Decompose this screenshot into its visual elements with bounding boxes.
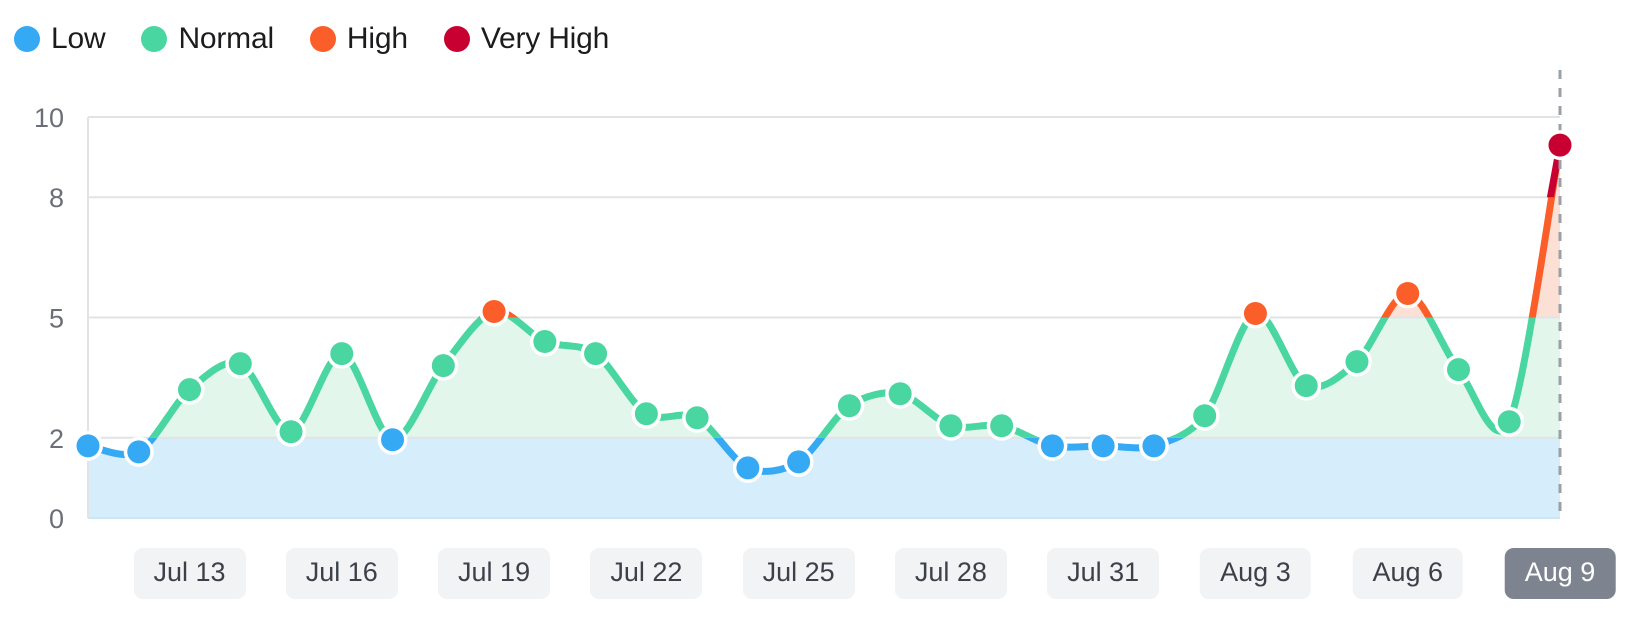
- data-point[interactable]: [482, 299, 506, 323]
- data-point[interactable]: [1497, 410, 1521, 434]
- data-point[interactable]: [1396, 281, 1420, 305]
- data-point[interactable]: [1294, 374, 1318, 398]
- data-point[interactable]: [279, 420, 303, 444]
- x-axis-pill-jul-13[interactable]: Jul 13: [133, 548, 246, 599]
- data-point[interactable]: [1548, 133, 1572, 157]
- data-point[interactable]: [1040, 434, 1064, 458]
- circle-icon: [14, 26, 40, 52]
- x-axis-pill-aug-3[interactable]: Aug 3: [1200, 548, 1311, 599]
- data-point[interactable]: [178, 378, 202, 402]
- data-point[interactable]: [584, 342, 608, 366]
- data-point[interactable]: [76, 434, 100, 458]
- y-axis-tick-label: 2: [49, 424, 64, 454]
- data-point[interactable]: [1142, 434, 1166, 458]
- x-axis-pill-aug-6[interactable]: Aug 6: [1352, 548, 1463, 599]
- y-axis-tick-label: 5: [49, 304, 64, 334]
- legend-item-very-high[interactable]: Very High: [443, 22, 610, 55]
- x-axis-pill-jul-28[interactable]: Jul 28: [894, 548, 1007, 599]
- data-point[interactable]: [939, 414, 963, 438]
- x-axis-label-row: Jul 13 Jul 16 Jul 19 Jul 22 Jul 25 Jul 28 Jul …: [0, 548, 1644, 599]
- data-point[interactable]: [685, 406, 709, 430]
- data-point[interactable]: [1243, 301, 1267, 325]
- x-axis-pill-aug-9[interactable]: Aug 9: [1504, 548, 1616, 599]
- circle-icon: [309, 26, 336, 52]
- data-point[interactable]: [837, 394, 861, 418]
- data-point[interactable]: [431, 354, 455, 378]
- circle-icon: [141, 26, 168, 52]
- data-point[interactable]: [1345, 350, 1369, 374]
- data-point[interactable]: [1446, 358, 1470, 382]
- y-axis-tick-label: 10: [34, 103, 64, 133]
- chart-legend: Low Normal High Very High: [14, 18, 645, 60]
- data-point[interactable]: [127, 440, 151, 464]
- x-axis-pill-jul-22[interactable]: Jul 22: [590, 548, 703, 599]
- circle-icon: [443, 26, 470, 52]
- data-point[interactable]: [736, 456, 760, 480]
- legend-item-high[interactable]: High: [309, 22, 408, 55]
- data-point[interactable]: [381, 428, 405, 452]
- area-fill-group: [88, 145, 1560, 518]
- data-point[interactable]: [1193, 404, 1217, 428]
- x-axis-pill-jul-19[interactable]: Jul 19: [438, 548, 551, 599]
- y-axis-tick-label: 0: [49, 504, 64, 534]
- x-axis-pill-jul-31[interactable]: Jul 31: [1047, 548, 1160, 599]
- x-axis-pill-jul-25[interactable]: Jul 25: [742, 548, 855, 599]
- legend-item-label: High: [346, 22, 408, 55]
- data-point[interactable]: [990, 414, 1014, 438]
- area-fill-low: [88, 437, 1560, 518]
- data-point[interactable]: [787, 450, 811, 474]
- chart-page: Low Normal High Very High 0 2 5 8 10 Jul 13 Jul …: [0, 0, 1644, 644]
- y-axis-labels: 0 2 5 8 10: [34, 103, 64, 534]
- legend-item-label: Low: [51, 22, 106, 55]
- data-point[interactable]: [228, 352, 252, 376]
- data-point[interactable]: [1091, 434, 1115, 458]
- legend-item-low[interactable]: Low: [14, 22, 106, 55]
- x-axis-pill-jul-16[interactable]: Jul 16: [285, 548, 398, 599]
- data-point[interactable]: [634, 402, 658, 426]
- legend-item-label: Very High: [480, 22, 610, 55]
- legend-item-label: Normal: [178, 22, 274, 55]
- data-point[interactable]: [888, 382, 912, 406]
- data-point[interactable]: [330, 342, 354, 366]
- y-axis-tick-label: 8: [49, 183, 64, 213]
- data-point[interactable]: [533, 330, 557, 354]
- legend-item-normal[interactable]: Normal: [141, 22, 274, 55]
